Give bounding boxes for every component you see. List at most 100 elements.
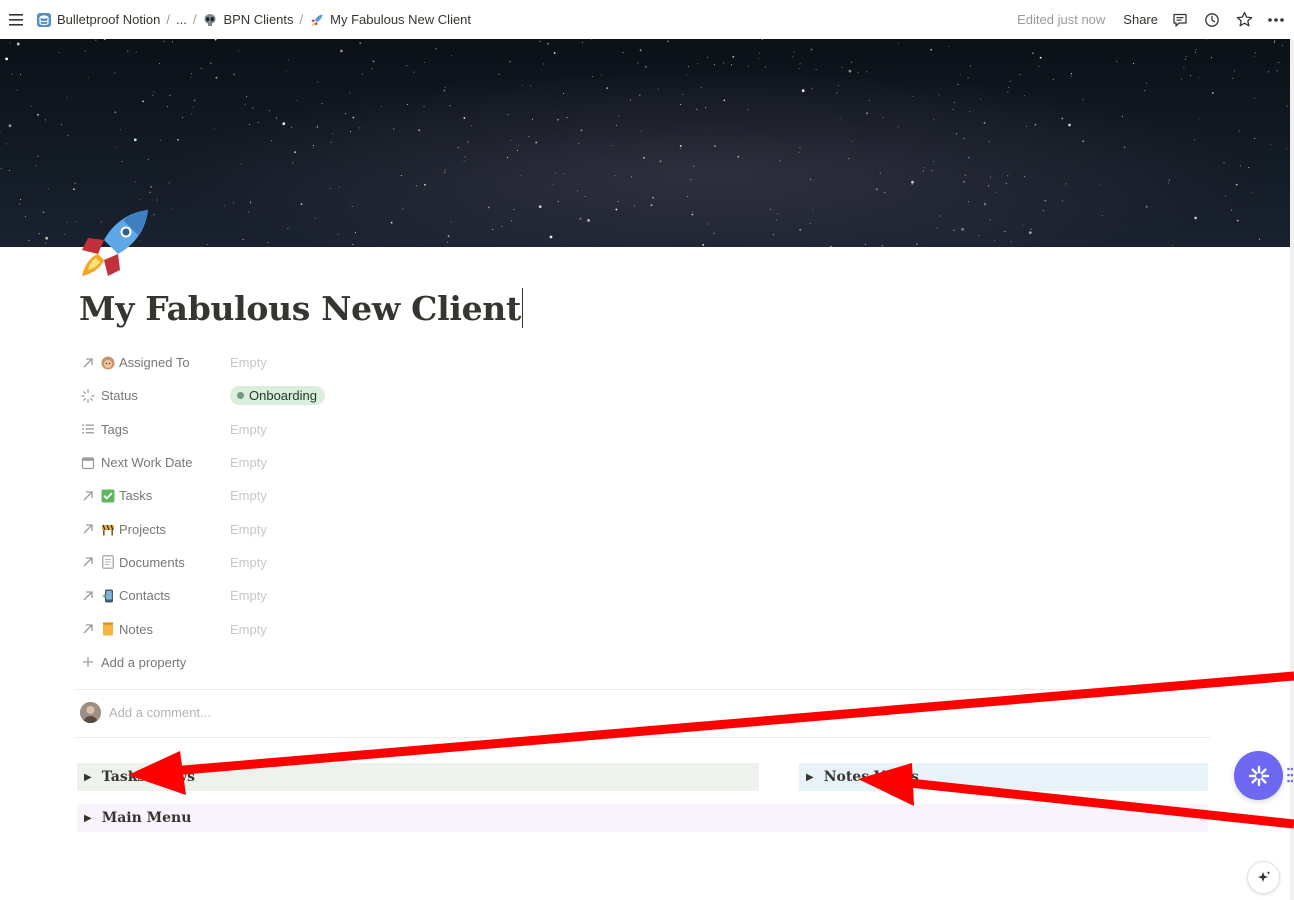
star	[1230, 209, 1232, 211]
starfield-image	[0, 39, 1288, 247]
star	[213, 128, 215, 130]
property-name[interactable]: Notes	[80, 621, 230, 637]
drag-handle-icon[interactable]	[1287, 767, 1294, 783]
property-name[interactable]: Projects	[80, 521, 230, 537]
snowflake-icon	[1248, 765, 1270, 787]
star	[521, 84, 523, 86]
star	[317, 125, 318, 127]
star	[400, 175, 402, 176]
property-name[interactable]: Documents	[80, 554, 230, 570]
star	[1024, 176, 1026, 178]
star	[509, 61, 511, 63]
property-projects: Projects Empty	[80, 512, 1210, 545]
property-name[interactable]: Contacts	[80, 588, 230, 604]
star	[933, 118, 935, 120]
star	[354, 232, 356, 233]
star	[156, 199, 158, 201]
ai-assistant-button[interactable]	[1247, 861, 1280, 894]
star	[579, 217, 582, 220]
property-value[interactable]: Empty	[230, 588, 267, 603]
star	[722, 62, 724, 64]
property-name[interactable]: Assigned To	[80, 355, 230, 371]
relation-arrow-icon	[80, 355, 96, 371]
star	[967, 156, 970, 159]
property-value[interactable]: Empty	[230, 355, 267, 370]
menu-icon[interactable]	[6, 10, 26, 30]
star	[938, 94, 940, 96]
star	[836, 92, 838, 94]
star	[103, 39, 106, 40]
star	[931, 170, 933, 172]
add-property-button[interactable]: Add a property	[80, 646, 1210, 679]
property-value[interactable]: Empty	[230, 622, 267, 637]
star	[970, 65, 972, 67]
star	[876, 188, 878, 191]
property-label: Next Work Date	[101, 455, 193, 471]
breadcrumb-database[interactable]: BPN Clients	[198, 10, 297, 30]
property-value[interactable]: Empty	[230, 422, 267, 437]
star	[776, 219, 778, 221]
star	[799, 147, 801, 148]
relation-arrow-icon	[80, 521, 96, 537]
star	[802, 91, 804, 93]
comment-composer[interactable]: Add a comment...	[80, 702, 211, 723]
property-name[interactable]: Status	[80, 388, 230, 404]
toggle-main-menu[interactable]: ▶ Main Menu	[77, 804, 1208, 832]
property-name[interactable]: Next Work Date	[80, 455, 230, 471]
breadcrumb-page-label: My Fabulous New Client	[330, 12, 472, 27]
property-value[interactable]: Empty	[230, 522, 267, 537]
toggle-tasks-views[interactable]: ▶ Tasks Views	[77, 763, 759, 791]
property-contacts: Contacts Empty	[80, 579, 1210, 612]
property-name[interactable]: Tasks	[80, 488, 230, 504]
relation-arrow-icon	[80, 488, 96, 504]
property-value[interactable]: Empty	[230, 488, 267, 503]
star	[1071, 72, 1072, 74]
floating-action-button[interactable]	[1234, 751, 1283, 800]
page-title[interactable]: My Fabulous New Client	[79, 288, 523, 328]
star	[702, 244, 705, 246]
share-button[interactable]: Share	[1123, 12, 1158, 27]
star	[1273, 41, 1275, 43]
toggle-triangle-icon[interactable]: ▶	[84, 813, 92, 824]
page-rocket-icon[interactable]	[80, 208, 152, 280]
property-value[interactable]: Empty	[230, 555, 267, 570]
comments-icon[interactable]	[1170, 10, 1190, 30]
breadcrumb-page[interactable]: My Fabulous New Client	[305, 10, 475, 30]
star	[300, 203, 303, 206]
star	[1099, 184, 1101, 186]
star	[1259, 238, 1261, 240]
property-value[interactable]: Empty	[230, 455, 267, 470]
star	[424, 61, 425, 63]
star	[38, 233, 40, 235]
star	[160, 139, 162, 141]
star	[1065, 183, 1067, 185]
history-clock-icon[interactable]	[1202, 10, 1222, 30]
star	[584, 196, 586, 197]
star	[530, 85, 532, 87]
star	[811, 87, 813, 89]
toggle-notes-views[interactable]: ▶ Notes Views	[799, 763, 1208, 791]
favorite-star-icon[interactable]	[1234, 10, 1254, 30]
property-name[interactable]: Tags	[80, 421, 230, 437]
plus-icon	[80, 654, 96, 670]
star	[1145, 205, 1148, 208]
star	[1286, 148, 1288, 150]
breadcrumb-ellipsis[interactable]: ...	[172, 10, 191, 29]
star	[1198, 76, 1200, 78]
star	[555, 172, 556, 174]
star	[1008, 86, 1010, 88]
star	[520, 175, 522, 177]
star	[922, 170, 924, 172]
star	[511, 220, 513, 222]
breadcrumb-workspace[interactable]: Bulletproof Notion	[32, 10, 164, 30]
star	[1038, 65, 1040, 67]
relation-arrow-icon	[80, 554, 96, 570]
status-badge[interactable]: Onboarding	[230, 386, 325, 406]
toggle-triangle-icon[interactable]: ▶	[806, 772, 814, 783]
star	[690, 179, 692, 181]
star	[1281, 44, 1283, 46]
star	[135, 51, 137, 53]
toggle-triangle-icon[interactable]: ▶	[84, 772, 92, 783]
more-options-icon[interactable]	[1266, 10, 1286, 30]
cover-image[interactable]	[0, 39, 1290, 247]
